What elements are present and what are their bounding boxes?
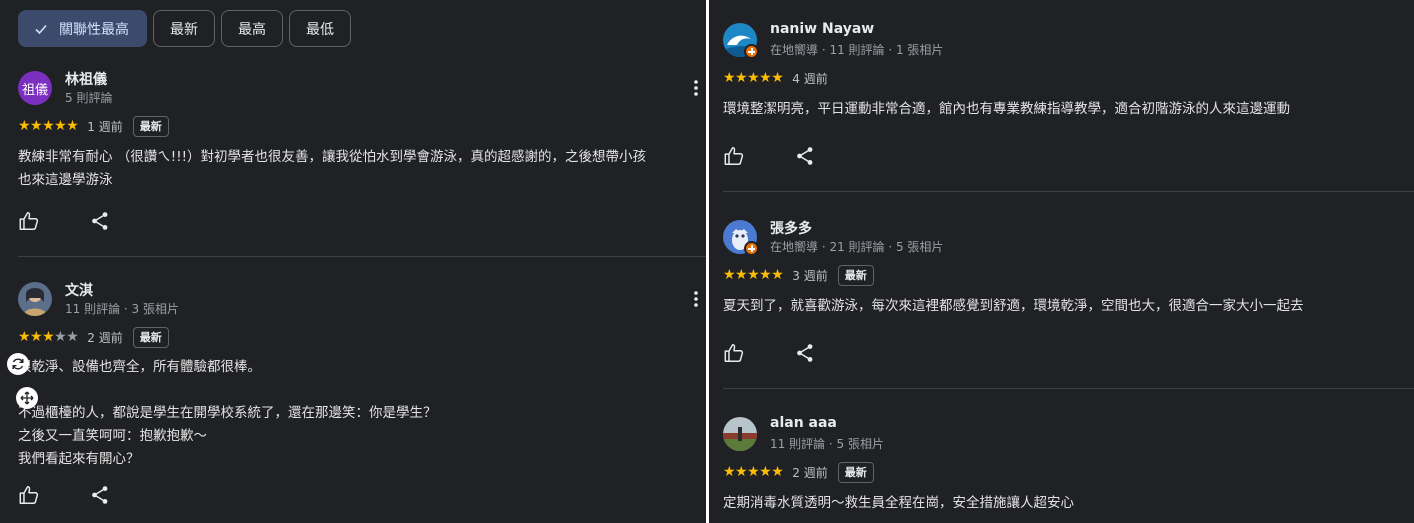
- review-date: 2 週前: [792, 465, 828, 480]
- review-actions: [723, 145, 816, 167]
- sort-filter-chips: 關聯性最高 最新 最高 最低: [18, 10, 351, 47]
- review-date: 1 週前: [87, 119, 123, 134]
- refresh-icon: [12, 358, 24, 370]
- review-text: 教練非常有耐心 （很讚ㄟ!!!）對初學者也很友善，讓我從怕水到學會游泳，真的超感…: [18, 149, 647, 188]
- stars-empty: ★★: [54, 329, 79, 345]
- star-rating: ★★★★★: [18, 118, 79, 134]
- reviewer-meta: 5 則評論: [65, 91, 113, 105]
- thumbs-up-icon[interactable]: [18, 210, 40, 232]
- more-options-icon[interactable]: [686, 286, 706, 312]
- reviewer-meta: 11 則評論 · 5 張相片: [770, 437, 884, 451]
- review-divider: [723, 388, 1414, 389]
- star-rating: ★★★★★: [723, 464, 784, 480]
- thumbs-up-icon[interactable]: [723, 342, 745, 364]
- review-date: 2 週前: [87, 330, 123, 345]
- reviewer-meta: 在地嚮導 · 21 則評論 · 5 張相片: [770, 240, 944, 254]
- sort-chip-label: 最新: [170, 21, 198, 38]
- reviewer-meta: 在地嚮導 · 11 則評論 · 1 張相片: [770, 43, 944, 57]
- local-guide-badge-icon: [744, 241, 759, 256]
- new-badge: 最新: [837, 461, 874, 483]
- thumbs-up-icon[interactable]: [18, 484, 40, 506]
- star-rating: ★★★★★: [723, 70, 784, 86]
- local-guide-badge-icon: [744, 44, 759, 59]
- share-icon[interactable]: [89, 484, 111, 506]
- reviewer-name[interactable]: 張多多: [770, 218, 812, 238]
- review-text: 夏天到了，就喜歡游泳，每次來這裡都感覺到舒適，環境乾淨，空間也大，很適合一家大小…: [723, 298, 1304, 314]
- share-icon[interactable]: [89, 210, 111, 232]
- review-date: 3 週前: [792, 268, 828, 283]
- sort-chip-newest[interactable]: 最新: [153, 10, 215, 47]
- reviewer-name[interactable]: 林祖儀: [65, 69, 107, 89]
- rating-row: ★★★★★ 2 週前 最新: [18, 326, 169, 348]
- review-divider: [18, 256, 706, 257]
- rotate-overlay-button[interactable]: [7, 353, 29, 375]
- reviewer-name[interactable]: 文淇: [65, 280, 93, 300]
- rating-row: ★★★★★ 3 週前 最新: [723, 264, 874, 286]
- stars-filled: ★★★: [18, 329, 55, 345]
- move-overlay-button[interactable]: [16, 387, 38, 409]
- rating-row: ★★★★★ 1 週前 最新: [18, 115, 169, 137]
- user-photo-icon: [18, 282, 52, 316]
- share-icon[interactable]: [794, 145, 816, 167]
- sort-chip-relevance[interactable]: 關聯性最高: [18, 10, 147, 47]
- rating-row: ★★★★★ 4 週前: [723, 68, 828, 88]
- sort-chip-label: 最高: [238, 21, 266, 38]
- reviewer-name[interactable]: alan aaa: [770, 415, 837, 431]
- check-icon: [35, 24, 47, 34]
- review-text: 很乾淨、設備也齊全，所有體驗都很棒。 不過櫃檯的人，都說是學生在開學校系統了，還…: [18, 359, 437, 467]
- star-rating: ★★★★★: [723, 267, 784, 283]
- sort-chip-label: 關聯性最高: [59, 21, 129, 38]
- review-divider: [723, 191, 1414, 192]
- review-text: 環境整潔明亮，平日運動非常合適，館內也有專業教練指導教學，適合初階游泳的人來這邊…: [723, 101, 1290, 117]
- review-actions: [18, 210, 111, 232]
- new-badge: 最新: [132, 115, 169, 137]
- reviewer-name[interactable]: naniw Nayaw: [770, 21, 874, 37]
- avatar[interactable]: [18, 282, 52, 316]
- rating-row: ★★★★★ 2 週前 最新: [723, 461, 874, 483]
- sort-chip-lowest[interactable]: 最低: [289, 10, 351, 47]
- sort-chip-label: 最低: [306, 21, 334, 38]
- reviews-panel-right: naniw Nayaw 在地嚮導 · 11 則評論 · 1 張相片 ★★★★★ …: [709, 0, 1414, 523]
- sort-chip-highest[interactable]: 最高: [221, 10, 283, 47]
- new-badge: 最新: [132, 326, 169, 348]
- more-options-icon[interactable]: [686, 75, 706, 101]
- reviews-panel-left: 關聯性最高 最新 最高 最低 祖儀 林祖儀 5 則評論 ★★★★★ 1 週前 最…: [0, 0, 706, 523]
- move-icon: [20, 391, 34, 405]
- star-rating: ★★★★★: [18, 329, 79, 345]
- review-actions: [723, 342, 816, 364]
- new-badge: 最新: [837, 264, 874, 286]
- share-icon[interactable]: [794, 342, 816, 364]
- review-text: 定期消毒水質透明～救生員全程在崗，安全措施讓人超安心: [723, 495, 1074, 511]
- thumbs-up-icon[interactable]: [723, 145, 745, 167]
- review-actions: [18, 484, 111, 506]
- review-date: 4 週前: [792, 71, 828, 86]
- reviewer-meta: 11 則評論 · 3 張相片: [65, 302, 179, 316]
- outdoor-photo-icon: [723, 417, 757, 451]
- avatar[interactable]: 祖儀: [18, 71, 52, 105]
- avatar[interactable]: [723, 417, 757, 451]
